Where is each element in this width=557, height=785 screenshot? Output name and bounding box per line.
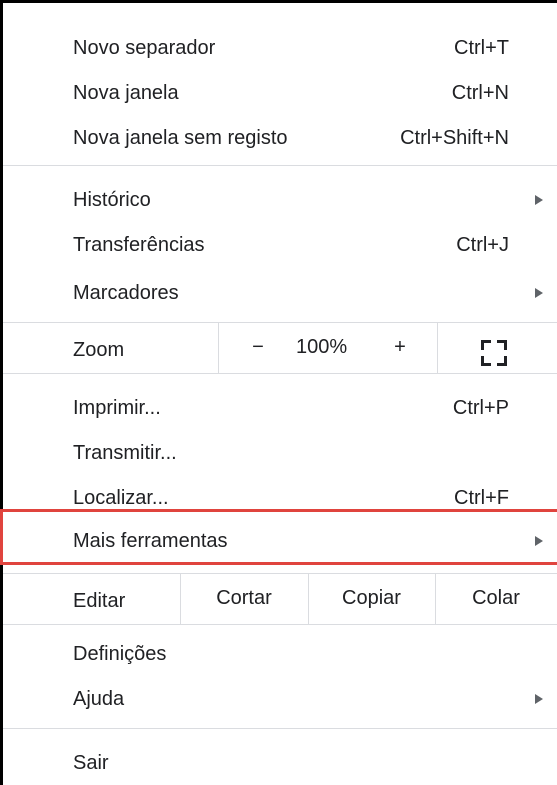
zoom-level: 100% <box>296 336 348 358</box>
menu-item-bookmarks[interactable]: Marcadores <box>3 271 557 315</box>
menu-item-label: Marcadores <box>73 282 179 304</box>
divider <box>437 323 438 374</box>
menu-item-label: Transferências <box>73 234 205 256</box>
fullscreen-icon[interactable] <box>481 340 507 366</box>
shortcut-label: Ctrl+N <box>451 82 509 104</box>
menu-item-label: Transmitir... <box>73 442 177 464</box>
menu-item-label: Novo separador <box>73 37 216 59</box>
highlight-box-right <box>398 509 557 565</box>
menu-item-new-tab[interactable]: Novo separador Ctrl+T <box>3 26 557 70</box>
chevron-right-icon <box>535 195 543 205</box>
menu-item-exit[interactable]: Sair <box>3 741 557 785</box>
zoom-in-button[interactable]: + <box>385 325 415 369</box>
zoom-out-button[interactable]: − <box>243 325 273 369</box>
shortcut-label: Ctrl+Shift+N <box>400 127 509 149</box>
menu-item-help[interactable]: Ajuda <box>3 677 557 721</box>
menu-item-label: Histórico <box>73 189 151 211</box>
copy-button[interactable]: Copiar <box>308 576 435 620</box>
menu-item-incognito[interactable]: Nova janela sem registo Ctrl+Shift+N <box>3 116 557 160</box>
menu-item-history[interactable]: Histórico <box>3 178 557 222</box>
menu-item-cast[interactable]: Transmitir... <box>3 431 557 475</box>
divider <box>218 323 219 374</box>
edit-label: Editar <box>73 590 126 612</box>
chevron-right-icon <box>535 288 543 298</box>
cut-button[interactable]: Cortar <box>180 576 308 620</box>
menu-item-label: Definições <box>73 643 167 665</box>
highlight-box <box>0 509 401 565</box>
separator <box>3 322 557 323</box>
chevron-right-icon <box>535 694 543 704</box>
separator <box>3 728 557 729</box>
menu-item-print[interactable]: Imprimir... Ctrl+P <box>3 386 557 430</box>
menu-item-label: Ajuda <box>73 688 125 710</box>
chrome-menu: Novo separador Ctrl+T Nova janela Ctrl+N… <box>3 3 557 785</box>
menu-item-label: Nova janela sem registo <box>73 127 288 149</box>
paste-button[interactable]: Colar <box>435 576 557 620</box>
separator <box>3 165 557 166</box>
menu-item-label: Nova janela <box>73 82 179 104</box>
shortcut-label: Ctrl+T <box>454 37 509 59</box>
menu-item-label: Imprimir... <box>73 397 161 419</box>
menu-item-new-window[interactable]: Nova janela Ctrl+N <box>3 71 557 115</box>
separator <box>3 624 557 625</box>
shortcut-label: Ctrl+P <box>452 397 509 419</box>
menu-item-downloads[interactable]: Transferências Ctrl+J <box>3 223 557 267</box>
separator <box>3 373 557 374</box>
separator <box>3 573 557 574</box>
menu-item-label: Sair <box>73 752 109 774</box>
shortcut-label: Ctrl+J <box>456 234 509 256</box>
menu-item-settings[interactable]: Definições <box>3 632 557 676</box>
zoom-label: Zoom <box>73 339 125 361</box>
